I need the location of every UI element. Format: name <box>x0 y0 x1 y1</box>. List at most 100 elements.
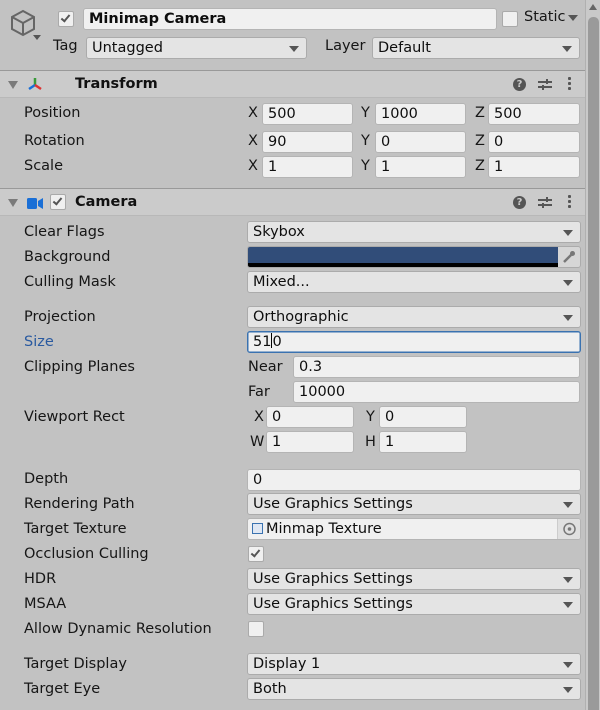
target-eye-label: Target Eye <box>24 681 101 697</box>
chevron-down-icon <box>563 502 573 508</box>
eyedropper-icon[interactable] <box>562 250 576 264</box>
vertical-scrollbar[interactable] <box>585 0 600 710</box>
rotation-label: Rotation <box>24 133 85 149</box>
layer-label: Layer <box>325 38 366 54</box>
layer-dropdown[interactable]: Default <box>372 37 580 59</box>
scale-label: Scale <box>24 158 64 174</box>
depth-label: Depth <box>24 471 69 487</box>
position-x-input[interactable]: 500 <box>262 103 353 125</box>
hdr-label: HDR <box>24 571 57 587</box>
render-texture-icon <box>252 523 263 534</box>
viewport-w-label[interactable]: W <box>250 434 264 450</box>
camera-enabled-checkbox[interactable] <box>50 194 66 210</box>
more-options-icon[interactable] <box>568 77 571 92</box>
presets-icon[interactable] <box>538 78 552 91</box>
scale-z-input[interactable]: 1 <box>488 156 580 178</box>
scrollbar-thumb[interactable] <box>588 17 599 710</box>
rendering-path-value: Use Graphics Settings <box>253 496 413 512</box>
size-input[interactable]: 510 <box>247 331 581 353</box>
clipping-planes-label: Clipping Planes <box>24 359 135 375</box>
object-name-input[interactable]: Minimap Camera <box>83 8 497 30</box>
chevron-down-icon <box>563 662 573 668</box>
msaa-dropdown[interactable]: Use Graphics Settings <box>247 593 581 615</box>
culling-mask-value: Mixed... <box>253 274 310 290</box>
rendering-path-label: Rendering Path <box>24 496 135 512</box>
hdr-dropdown[interactable]: Use Graphics Settings <box>247 568 581 590</box>
axis-x-label[interactable]: X <box>248 133 258 149</box>
depth-input[interactable]: 0 <box>247 469 581 491</box>
rotation-z-input[interactable]: 0 <box>488 131 580 153</box>
projection-dropdown[interactable]: Orthographic <box>247 306 581 328</box>
chevron-down-icon <box>563 315 573 321</box>
projection-value: Orthographic <box>253 309 349 325</box>
axis-y-label[interactable]: Y <box>361 105 370 121</box>
viewport-y-label[interactable]: Y <box>366 409 375 425</box>
occlusion-culling-checkbox[interactable] <box>248 546 264 562</box>
foldout-arrow-icon[interactable] <box>8 199 18 207</box>
active-checkbox[interactable] <box>58 11 74 27</box>
chevron-down-icon <box>563 602 573 608</box>
viewport-w-input[interactable]: 1 <box>266 431 354 453</box>
viewport-h-input[interactable]: 1 <box>379 431 467 453</box>
tag-dropdown[interactable]: Untagged <box>86 37 307 59</box>
camera-header[interactable]: Camera ? <box>0 188 585 216</box>
msaa-value: Use Graphics Settings <box>253 596 413 612</box>
scale-y-input[interactable]: 1 <box>375 156 466 178</box>
chevron-down-icon <box>562 46 572 52</box>
background-color-swatch[interactable] <box>248 247 558 263</box>
clear-flags-label: Clear Flags <box>24 224 105 240</box>
axis-x-label[interactable]: X <box>248 158 258 174</box>
culling-mask-label: Culling Mask <box>24 274 116 290</box>
scroll-up-arrow-icon[interactable] <box>589 4 597 10</box>
viewport-x-input[interactable]: 0 <box>266 406 354 428</box>
viewport-x-label[interactable]: X <box>254 409 264 425</box>
viewport-rect-label: Viewport Rect <box>24 409 125 425</box>
target-display-dropdown[interactable]: Display 1 <box>247 653 581 675</box>
position-y-input[interactable]: 1000 <box>375 103 466 125</box>
scale-x-input[interactable]: 1 <box>262 156 353 178</box>
near-input[interactable]: 0.3 <box>293 356 580 378</box>
culling-mask-dropdown[interactable]: Mixed... <box>247 271 581 293</box>
projection-label: Projection <box>24 309 96 325</box>
far-input[interactable]: 10000 <box>293 381 580 403</box>
axis-z-label[interactable]: Z <box>475 105 485 121</box>
transform-header[interactable]: Transform ? <box>0 70 585 98</box>
near-label[interactable]: Near <box>248 359 283 375</box>
static-dropdown-arrow[interactable] <box>568 15 578 21</box>
icon-dropdown-arrow[interactable] <box>33 35 41 40</box>
axis-y-label[interactable]: Y <box>361 133 370 149</box>
rotation-x-input[interactable]: 90 <box>262 131 353 153</box>
target-display-value: Display 1 <box>253 656 321 672</box>
static-label[interactable]: Static <box>524 9 565 25</box>
axis-x-label[interactable]: X <box>248 105 258 121</box>
target-eye-value: Both <box>253 681 287 697</box>
viewport-h-label[interactable]: H <box>365 434 376 450</box>
rendering-path-dropdown[interactable]: Use Graphics Settings <box>247 493 581 515</box>
viewport-y-input[interactable]: 0 <box>379 406 467 428</box>
help-icon[interactable]: ? <box>513 78 526 91</box>
occlusion-culling-label: Occlusion Culling <box>24 546 149 562</box>
size-value-part1: 51 <box>253 334 272 350</box>
help-icon[interactable]: ? <box>513 196 526 209</box>
target-texture-field[interactable]: Minmap Texture <box>247 518 581 540</box>
rotation-y-input[interactable]: 0 <box>375 131 466 153</box>
more-options-icon[interactable] <box>568 195 571 210</box>
gameobject-icon[interactable] <box>9 9 37 37</box>
far-label[interactable]: Far <box>248 384 270 400</box>
axis-z-label[interactable]: Z <box>475 133 485 149</box>
presets-icon[interactable] <box>538 196 552 209</box>
axis-y-label[interactable]: Y <box>361 158 370 174</box>
position-z-input[interactable]: 500 <box>488 103 580 125</box>
clear-flags-dropdown[interactable]: Skybox <box>247 221 581 243</box>
axis-z-label[interactable]: Z <box>475 158 485 174</box>
target-eye-dropdown[interactable]: Both <box>247 678 581 700</box>
target-display-label: Target Display <box>24 656 127 672</box>
background-color-field[interactable] <box>247 246 581 268</box>
msaa-label: MSAA <box>24 596 67 612</box>
foldout-arrow-icon[interactable] <box>8 81 18 89</box>
static-checkbox[interactable] <box>502 11 518 27</box>
alpha-bar <box>248 263 558 267</box>
allow-dynamic-resolution-checkbox[interactable] <box>248 621 264 637</box>
clear-flags-value: Skybox <box>253 224 305 240</box>
object-picker-icon[interactable] <box>557 519 580 539</box>
